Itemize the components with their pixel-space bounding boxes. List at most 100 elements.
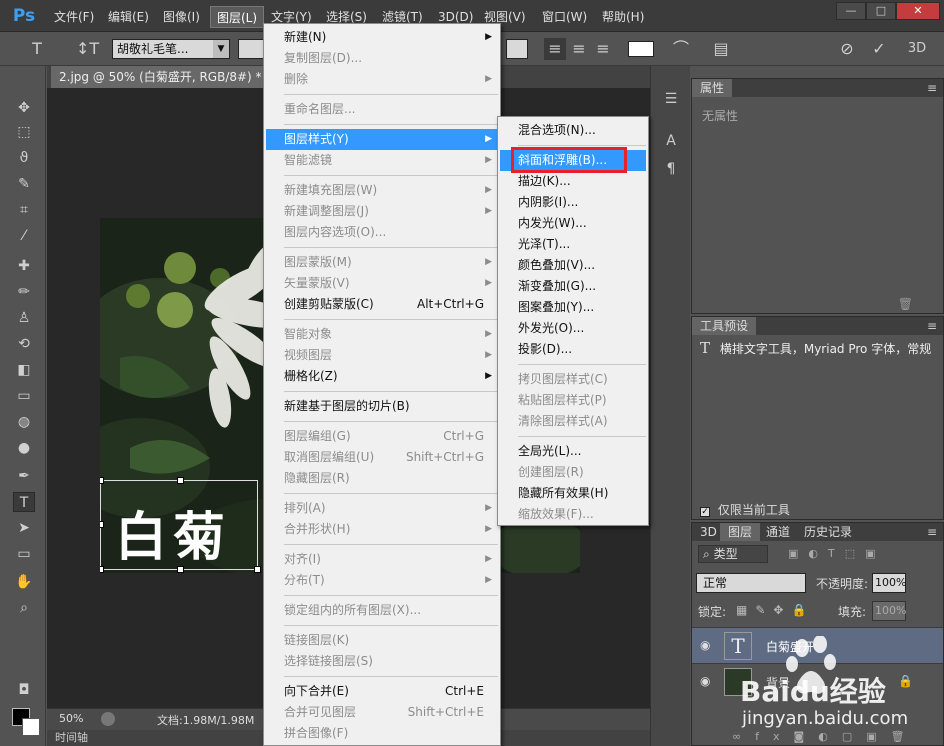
crop-tool-icon[interactable]: ⌗ bbox=[13, 200, 35, 220]
layer-menu-item[interactable]: 删除 ▶ bbox=[266, 69, 498, 90]
transform-handle[interactable] bbox=[100, 477, 104, 484]
warp-text-icon[interactable]: ⌒ bbox=[670, 38, 692, 60]
transform-handle[interactable] bbox=[100, 521, 104, 528]
quick-selection-tool-icon[interactable]: ✎ bbox=[13, 174, 35, 194]
menu-layer[interactable]: 图层(L) bbox=[210, 6, 265, 28]
layer-style-menu-item[interactable]: 内发光(W)... bbox=[500, 213, 646, 234]
menu-file[interactable]: 文件(F) bbox=[48, 6, 100, 28]
align-left-icon[interactable]: ≡ bbox=[544, 38, 566, 60]
preset-item[interactable]: T 横排文字工具，Myriad Pro 字体，常规 bbox=[700, 339, 939, 359]
menu-image[interactable]: 图像(I) bbox=[157, 6, 206, 28]
layer-menu-item[interactable]: 新建调整图层(J) ▶ bbox=[266, 201, 498, 222]
layer-style-menu-item[interactable]: 光泽(T)... bbox=[500, 234, 646, 255]
layer-style-menu-item[interactable]: 全局光(L)... bbox=[500, 441, 646, 462]
layer-menu-item[interactable]: 智能对象 ▶ bbox=[266, 324, 498, 345]
layer-style-menu-item[interactable]: 隐藏所有效果(H) bbox=[500, 483, 646, 504]
layer-menu-item[interactable]: 锁定组内的所有图层(X)... bbox=[266, 600, 498, 621]
move-tool-icon[interactable]: ✥ bbox=[13, 98, 35, 118]
character-panel-icon[interactable]: ▤ bbox=[710, 38, 732, 60]
zoom-level[interactable]: 50% bbox=[59, 712, 83, 725]
layer-menu-item[interactable]: 创建剪贴蒙版(C) Alt+Ctrl+G bbox=[266, 294, 498, 315]
history-panel-icon[interactable]: ☰ bbox=[660, 88, 682, 110]
layer-menu-item[interactable]: 拼合图像(F) bbox=[266, 723, 498, 744]
layer-style-menu-item[interactable]: 投影(D)... bbox=[500, 339, 646, 360]
transform-handle[interactable] bbox=[254, 566, 261, 573]
status-info-icon[interactable] bbox=[101, 712, 115, 726]
document-tab[interactable]: 2.jpg @ 50% (白菊盛开, RGB/8#) * × bbox=[51, 66, 292, 88]
trash-icon[interactable]: 🗑 bbox=[898, 297, 913, 311]
hand-tool-icon[interactable]: ✋ bbox=[13, 572, 35, 592]
layer-menu-item[interactable]: 智能滤镜 ▶ bbox=[266, 150, 498, 171]
layer-menu-item[interactable]: 图层样式(Y) ▶ bbox=[266, 129, 498, 150]
layer-menu-item[interactable]: 图层内容选项(O)... bbox=[266, 222, 498, 243]
transform-handle[interactable] bbox=[100, 566, 104, 573]
font-family-select[interactable]: 胡敬礼毛笔... ▼ bbox=[112, 39, 230, 59]
maximize-button[interactable]: □ bbox=[866, 2, 896, 20]
transform-handle[interactable] bbox=[177, 477, 184, 484]
tab-layers[interactable]: 图层 bbox=[720, 523, 761, 541]
layer-style-menu-item[interactable]: 渐变叠加(G)... bbox=[500, 276, 646, 297]
layer-menu-item[interactable]: 取消图层编组(U) Shift+Ctrl+G bbox=[266, 447, 498, 468]
layer-style-menu-item[interactable]: 混合选项(N)... bbox=[500, 120, 646, 141]
text-tool-preset-icon[interactable]: T bbox=[26, 38, 48, 60]
layer-style-menu-item[interactable]: 颜色叠加(V)... bbox=[500, 255, 646, 276]
layer-style-menu-item[interactable]: 缩放效果(F)... bbox=[500, 504, 646, 525]
layer-style-menu-item[interactable]: 清除图层样式(A) bbox=[500, 411, 646, 432]
tab-tool-presets[interactable]: 工具预设 bbox=[692, 317, 757, 335]
clone-stamp-tool-icon[interactable]: ♙ bbox=[13, 308, 35, 328]
layer-style-menu-item[interactable]: 粘贴图层样式(P) bbox=[500, 390, 646, 411]
transform-handle[interactable] bbox=[177, 566, 184, 573]
layer-menu-item[interactable]: 选择链接图层(S) bbox=[266, 651, 498, 672]
panel-menu-icon[interactable]: ≡ bbox=[927, 525, 937, 539]
font-style-select[interactable] bbox=[238, 39, 264, 59]
eyedropper-tool-icon[interactable]: ⁄ bbox=[13, 226, 35, 246]
path-selection-tool-icon[interactable]: ➤ bbox=[13, 518, 35, 538]
menu-help[interactable]: 帮助(H) bbox=[596, 6, 650, 28]
layer-style-menu-item[interactable]: 拷贝图层样式(C) bbox=[500, 369, 646, 390]
minimize-button[interactable]: — bbox=[836, 2, 866, 20]
layer-style-menu-item[interactable]: 创建图层(R) bbox=[500, 462, 646, 483]
layer-menu-item[interactable]: 分布(T) ▶ bbox=[266, 570, 498, 591]
background-color-swatch[interactable] bbox=[22, 718, 40, 736]
close-button[interactable]: ✕ bbox=[896, 2, 940, 20]
history-brush-tool-icon[interactable]: ⟲ bbox=[13, 334, 35, 354]
lasso-tool-icon[interactable]: ϑ bbox=[13, 148, 35, 168]
blur-tool-icon[interactable]: ◍ bbox=[13, 412, 35, 432]
align-center-icon[interactable]: ≡ bbox=[568, 38, 590, 60]
eraser-tool-icon[interactable]: ◧ bbox=[13, 360, 35, 380]
layer-style-menu-item[interactable]: 图案叠加(Y)... bbox=[500, 297, 646, 318]
layer-menu-item[interactable]: 对齐(I) ▶ bbox=[266, 549, 498, 570]
layer-menu-item[interactable]: 矢量蒙版(V) ▶ bbox=[266, 273, 498, 294]
anti-alias-select[interactable] bbox=[506, 39, 528, 59]
menu-window[interactable]: 窗口(W) bbox=[536, 6, 593, 28]
layer-menu-item[interactable]: 图层编组(G) Ctrl+G bbox=[266, 426, 498, 447]
menu-edit[interactable]: 编辑(E) bbox=[102, 6, 155, 28]
layer-menu-item[interactable]: 新建(N) ▶ bbox=[266, 27, 498, 48]
healing-brush-tool-icon[interactable]: ✚ bbox=[13, 256, 35, 276]
tab-history[interactable]: 历史记录 bbox=[796, 523, 860, 541]
layer-menu-item[interactable]: 图层蒙版(M) ▶ bbox=[266, 252, 498, 273]
rectangle-tool-icon[interactable]: ▭ bbox=[13, 544, 35, 564]
commit-icon[interactable]: ✓ bbox=[868, 38, 890, 60]
quick-mask-icon[interactable]: ◘ bbox=[13, 680, 35, 700]
align-right-icon[interactable]: ≡ bbox=[592, 38, 614, 60]
tab-properties[interactable]: 属性 bbox=[692, 79, 733, 97]
eye-icon[interactable]: ◉ bbox=[700, 674, 710, 688]
text-color-swatch[interactable] bbox=[628, 41, 654, 57]
blend-mode-select[interactable]: 正常 bbox=[696, 573, 806, 593]
zoom-tool-icon[interactable]: ⌕ bbox=[13, 598, 35, 618]
panel-menu-icon[interactable]: ≡ bbox=[927, 319, 937, 333]
brush-tool-icon[interactable]: ✏ bbox=[13, 282, 35, 302]
text-bounding-box[interactable]: 白菊 bbox=[100, 477, 261, 573]
eye-icon[interactable]: ◉ bbox=[700, 638, 710, 652]
layer-menu-item[interactable]: 复制图层(D)... bbox=[266, 48, 498, 69]
layer-menu-item[interactable]: 排列(A) ▶ bbox=[266, 498, 498, 519]
layer-menu-item[interactable]: 链接图层(K) bbox=[266, 630, 498, 651]
opacity-field[interactable]: 100% bbox=[872, 573, 906, 593]
dodge-tool-icon[interactable]: ● bbox=[13, 438, 35, 458]
marquee-tool-icon[interactable]: ⬚ bbox=[13, 122, 35, 142]
toggle-text-orientation-icon[interactable]: ↕T bbox=[76, 38, 99, 60]
paragraph-panel-icon[interactable]: ¶ bbox=[660, 158, 682, 180]
layer-menu-item[interactable]: 视频图层 ▶ bbox=[266, 345, 498, 366]
layer-style-menu-item[interactable]: 内阴影(I)... bbox=[500, 192, 646, 213]
